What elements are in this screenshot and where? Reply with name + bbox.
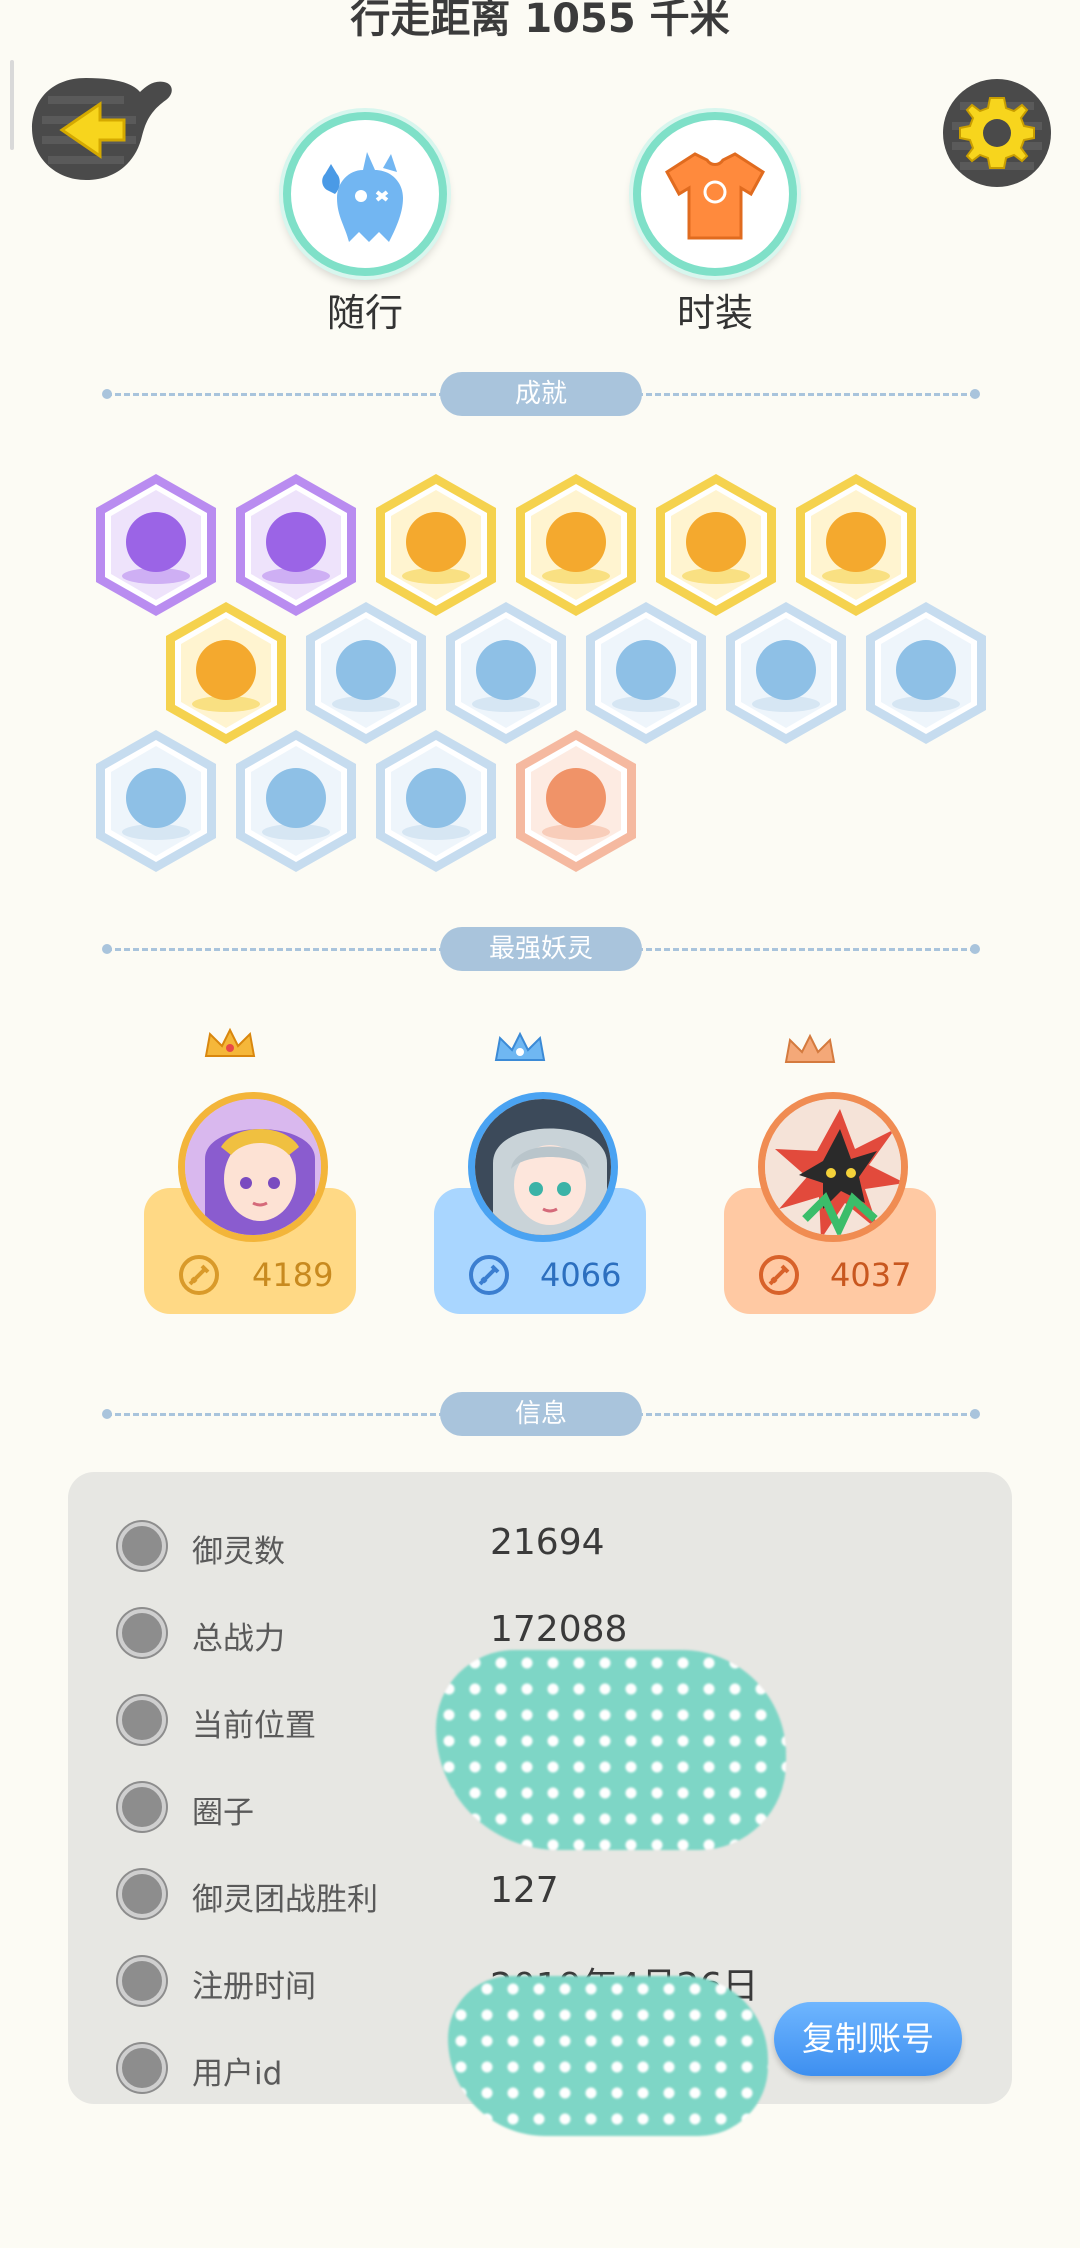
power-sword-icon — [179, 1255, 219, 1295]
info-row-spirit-count: 御灵数 21694 — [68, 1516, 1012, 1576]
team-battle-icon — [118, 1870, 166, 1918]
achievements-divider: 成就 — [102, 372, 980, 416]
costume-button[interactable] — [633, 112, 797, 276]
info-label: 御灵团战胜利 — [192, 1882, 378, 1918]
spirit-count-icon — [118, 1522, 166, 1570]
copy-account-button[interactable]: 复制账号 — [774, 2002, 962, 2076]
power-sword-icon — [469, 1255, 509, 1295]
gold-crown-icon — [204, 1027, 256, 1057]
tshirt-icon — [665, 152, 765, 240]
info-label: 用户id — [192, 2056, 283, 2092]
info-label: 总战力 — [192, 1621, 285, 1657]
silver-hair-girl-avatar — [468, 1092, 618, 1242]
blue-demon-statue-badge-icon[interactable] — [90, 726, 222, 876]
back-arrow-icon — [32, 78, 172, 180]
blue-book-fox-badge-icon[interactable] — [370, 726, 502, 876]
back-button[interactable] — [28, 70, 178, 190]
circle-target-icon — [118, 1783, 166, 1831]
orange-crown-icon — [784, 1033, 836, 1063]
companion-spirit-icon — [322, 152, 403, 242]
blue-dragon-badge-icon[interactable] — [720, 598, 852, 748]
costume-label: 时装 — [676, 291, 753, 335]
info-label: 御灵数 — [192, 1534, 285, 1570]
info-label: 当前位置 — [192, 1708, 316, 1744]
info-divider: 信息 — [102, 1392, 980, 1436]
redaction-patch — [448, 1976, 768, 2136]
info-section-title: 信息 — [440, 1392, 642, 1436]
info-value: 127 — [490, 1870, 559, 1911]
companion-label: 随行 — [326, 291, 403, 335]
achievements-section-title: 成就 — [440, 372, 642, 416]
spirit-power-3: 4037 — [830, 1256, 912, 1294]
info-row-team-wins: 御灵团战胜利 127 — [68, 1864, 1012, 1924]
sword-power-icon — [118, 1609, 166, 1657]
info-value: 21694 — [490, 1522, 605, 1563]
id-card-icon — [118, 2044, 166, 2092]
blue-crown-icon — [494, 1031, 546, 1061]
blue-cat-badge-icon[interactable] — [230, 726, 362, 876]
orange-cat-cart-badge-icon[interactable] — [510, 726, 642, 876]
info-label: 注册时间 — [192, 1969, 316, 2005]
location-pin-icon — [118, 1696, 166, 1744]
info-value: 172088 — [490, 1609, 628, 1650]
power-sword-icon — [759, 1255, 799, 1295]
strongest-divider: 最强妖灵 — [102, 927, 980, 971]
walking-distance-title: 行走距离 1055 千米 — [350, 0, 730, 42]
clock-icon — [118, 1957, 166, 2005]
companion-button[interactable] — [283, 112, 447, 276]
spirit-power-2: 4066 — [540, 1256, 622, 1294]
settings-button[interactable] — [940, 76, 1054, 190]
scroll-indicator — [10, 60, 14, 150]
gear-icon — [943, 79, 1051, 187]
redaction-patch — [436, 1650, 786, 1850]
strongest-section-title: 最强妖灵 — [440, 927, 642, 971]
blue-scroll-badge-icon[interactable] — [860, 598, 992, 748]
spirit-power-1: 4189 — [252, 1256, 334, 1294]
purple-hair-girl-avatar — [178, 1092, 328, 1242]
info-label: 圈子 — [192, 1795, 254, 1831]
crystal-beast-avatar — [758, 1092, 908, 1242]
